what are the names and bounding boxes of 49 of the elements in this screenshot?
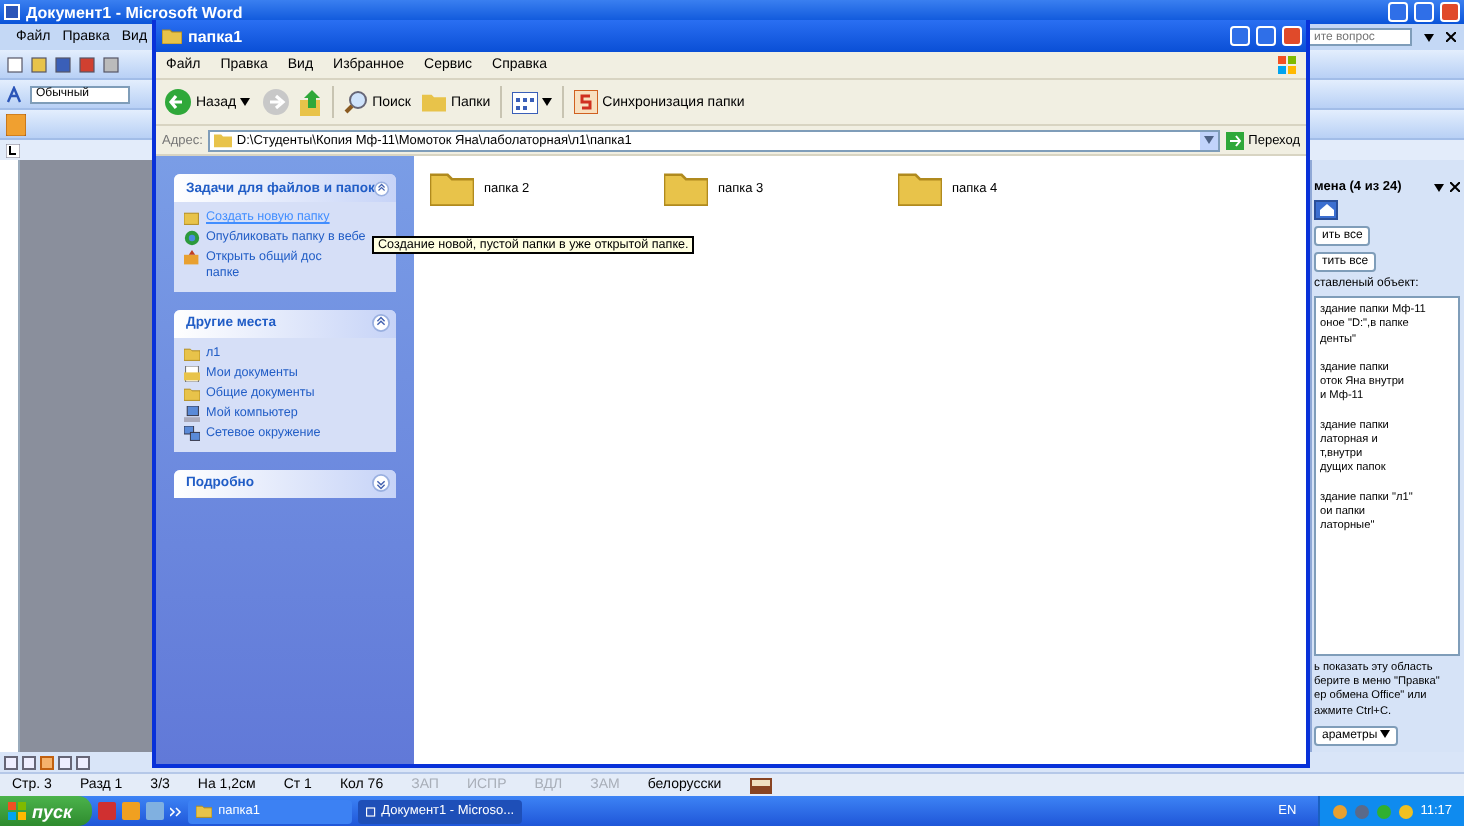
folder-icon <box>184 345 200 362</box>
close-icon[interactable] <box>1450 182 1460 192</box>
start-button[interactable]: пуск <box>0 796 93 826</box>
folder-icon <box>196 804 213 818</box>
spelling-book-icon <box>749 777 772 793</box>
shared-folder-icon <box>184 250 200 266</box>
collapse-toggle-icon[interactable] <box>372 314 390 333</box>
chevron-icon[interactable] <box>170 805 183 817</box>
search-icon <box>344 90 369 114</box>
network-icon <box>184 425 200 442</box>
dropdown-caret-icon <box>1380 730 1391 738</box>
window-title: папка1 <box>188 27 245 45</box>
collapse-toggle-icon[interactable] <box>372 474 390 493</box>
styles-icon[interactable] <box>6 85 24 103</box>
forward-arrow-icon <box>262 88 291 116</box>
go-arrow-icon <box>1226 131 1245 149</box>
dropdown-caret-icon <box>542 98 553 106</box>
close-icon[interactable] <box>1446 32 1456 42</box>
globe-icon <box>184 230 200 246</box>
word-app-icon <box>366 803 376 819</box>
sync-icon <box>574 90 599 114</box>
dropdown-caret-icon[interactable] <box>1424 33 1434 41</box>
folder-icon <box>184 385 200 402</box>
folder-icon <box>162 28 182 44</box>
folder-icon <box>664 170 708 206</box>
word-app-icon <box>4 4 20 20</box>
minimize-button[interactable] <box>1230 26 1250 46</box>
minimize-button[interactable] <box>1388 2 1408 22</box>
views-grid-icon <box>512 91 539 113</box>
maximize-button[interactable] <box>1256 26 1276 46</box>
close-button[interactable] <box>1440 2 1460 22</box>
folder-icon <box>898 170 942 206</box>
tab-stop-icon[interactable] <box>6 143 20 157</box>
documents-folder-icon <box>184 365 200 382</box>
window-title: Документ1 - Microsoft Word <box>26 3 245 21</box>
collapse-toggle-icon[interactable] <box>374 179 390 197</box>
dropdown-button[interactable] <box>1200 131 1219 149</box>
up-folder-icon[interactable] <box>300 89 325 115</box>
home-button[interactable] <box>1314 200 1338 220</box>
windows-logo-icon <box>1278 56 1296 74</box>
dropdown-caret-icon[interactable] <box>1434 183 1444 191</box>
dropdown-caret-icon <box>240 98 251 106</box>
folder-icon <box>184 210 200 226</box>
views-button[interactable] <box>510 89 555 115</box>
close-button[interactable] <box>1282 26 1302 46</box>
restore-button[interactable] <box>1414 2 1434 22</box>
folder-icon <box>430 170 474 206</box>
windows-logo-icon <box>8 802 26 820</box>
folder-icon <box>214 132 233 148</box>
